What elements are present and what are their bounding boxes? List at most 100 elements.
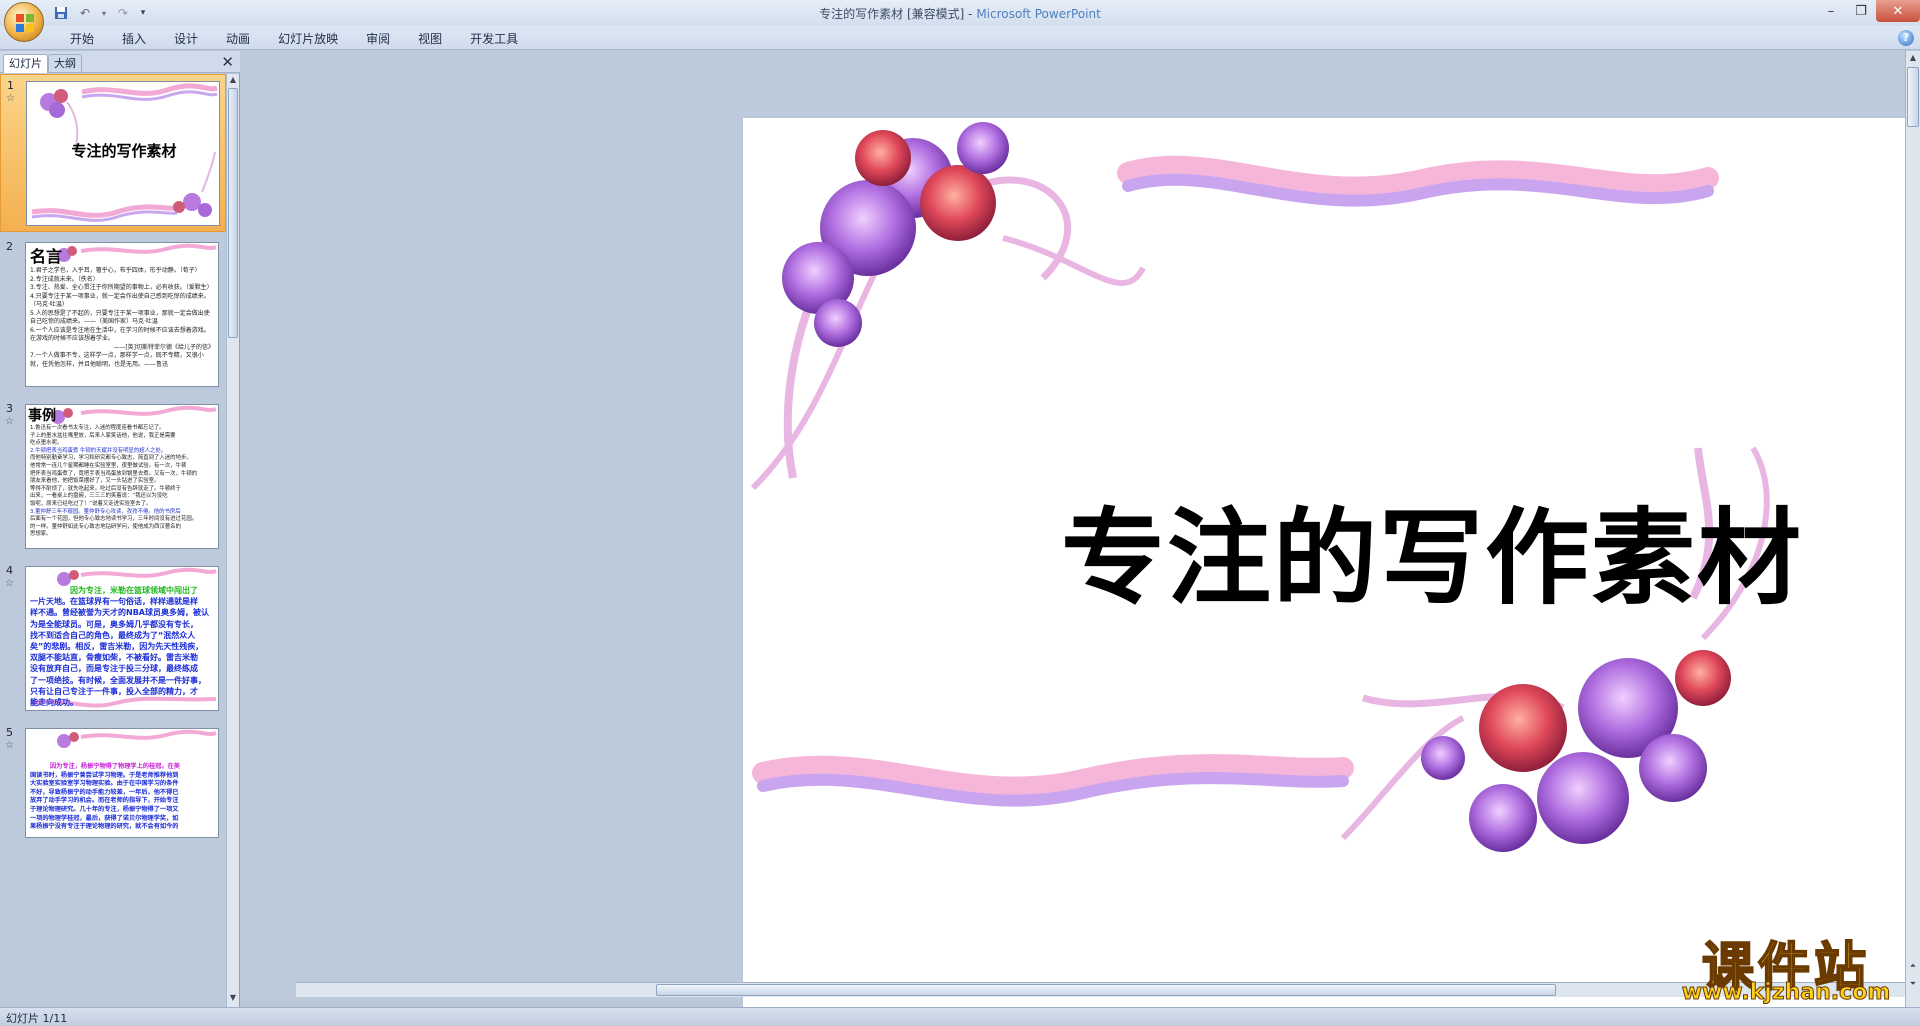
thumbnail-line: 6.一个人应该是专注地在生活中，在学习的时候不应该去想着游戏。在游戏的时候不应该…	[30, 326, 210, 343]
office-logo-icon	[16, 14, 34, 32]
horizontal-scrollbar[interactable]	[296, 982, 1905, 997]
scroll-thumb[interactable]	[1907, 67, 1919, 127]
animation-star-icon: ☆	[5, 578, 14, 589]
thumbnail-line: 矣”的悲剧。相反，雷吉米勒，因为先天性残疾，	[30, 642, 204, 652]
thumbnail-line: 朋友来看他，他把饭菜摆好了，又一头钻进了实验室。	[30, 478, 160, 485]
tab-developer[interactable]: 开发工具	[456, 30, 532, 48]
thumbnail-line: 样不通。曾经被誉为天才的NBA球员奥多姆，被认	[30, 608, 209, 618]
slide-thumbnail-2[interactable]: 2 名言 1.君子之学也，入乎耳，箸乎心，布乎四体，形乎动静。（荀子） 2.专注…	[0, 236, 226, 394]
thumbnail-heading: 名言	[30, 247, 63, 266]
slide-counter: 幻灯片 1/11	[6, 1012, 68, 1025]
scroll-thumb[interactable]	[656, 984, 1556, 996]
thumbnail-line: 1.君子之学也，入乎耳，箸乎心，布乎四体，形乎动静。（荀子）	[30, 267, 201, 274]
title-separator: -	[964, 7, 977, 21]
animation-star-icon: ☆	[5, 740, 14, 751]
thumbnail-line: 一项的物理学桂冠，最后，获得了诺贝尔物理学奖，如	[30, 814, 179, 822]
slide-preview: 专注的写作素材	[26, 81, 220, 226]
window-title: 专注的写作素材 [兼容模式] - Microsoft PowerPoint	[0, 5, 1920, 22]
slide-number: 3	[6, 402, 13, 415]
thumbnail-line: 吃点墨水呢。	[30, 440, 63, 447]
tab-review[interactable]: 审阅	[352, 30, 404, 48]
minimize-icon[interactable]: –	[1816, 0, 1846, 22]
thumbnail-title: 专注的写作素材	[71, 142, 177, 160]
slide-thumbnail-4[interactable]: 4 ☆ 因为专注，米勒在篮球领域中闯出了 一片天地。在篮球界有一句俗话，样样通就…	[0, 560, 226, 718]
scroll-thumb[interactable]	[228, 88, 238, 338]
close-icon[interactable]: ✕	[1876, 0, 1920, 22]
app-name: Microsoft PowerPoint	[976, 7, 1101, 21]
tab-animations[interactable]: 动画	[212, 30, 264, 48]
thumbnail-line: 思想家。	[30, 531, 52, 538]
scroll-down-icon[interactable]: ▼	[227, 993, 239, 1005]
help-icon[interactable]: ?	[1898, 30, 1914, 46]
thumbnail-line: ——[英]切斯特菲尔德《给儿子的信》	[113, 343, 214, 351]
thumbnail-line: 1.鲁迅有一次看书太专注，入迷的程度连看书都忘记了。	[30, 425, 165, 431]
panel-tabs: 幻灯片 大纲 ✕	[0, 51, 240, 73]
tab-slideshow[interactable]: 幻灯片放映	[264, 30, 352, 48]
slide-preview: 名言 1.君子之学也，入乎耳，箸乎心，布乎四体，形乎动静。（荀子） 2.专注成就…	[25, 242, 219, 387]
thumbnail-line: 没有放弃自己，而是专注于投三分球，最终练成	[30, 664, 198, 674]
watermark-logo: 课件站 www.kjzhan.com	[1666, 925, 1906, 1006]
restore-icon[interactable]: ❐	[1846, 0, 1876, 22]
slides-panel: 幻灯片 大纲 ✕ 1 ☆ 专注的写作素材 2 名言 1.君子之学也，入乎耳，箸乎…	[0, 51, 240, 1007]
watermark-url: www.kjzhan.com	[1681, 980, 1891, 1006]
thumbnail-line: 出来，一看桌上的盘碗，三三三的笑着说：“我还以为没吃	[30, 493, 168, 500]
tab-slides[interactable]: 幻灯片	[3, 54, 48, 73]
window-controls: – ❐ ✕	[1816, 0, 1920, 22]
thumbnail-line: 了一项绝技。有时候，全面发展并不是一件好事，	[30, 675, 206, 685]
thumbnail-line: 放弃了动手学习的机会。而在老师的指导下，开始专注	[30, 797, 179, 805]
thumbnail-line: 他常常一连几个星期都睡在实验室里，夜里做试验。有一次，牛顿	[30, 462, 187, 469]
current-slide[interactable]: 专注的写作素材	[743, 118, 1920, 1016]
document-title: 专注的写作素材 [兼容模式]	[819, 7, 965, 21]
thumbnail-line: 国读书时，杨振宁曾尝试学习物理。于是老师推荐他到	[30, 771, 179, 779]
thumbnail-line: 7.一个人做事不专，这样学一点，那样学一点，既不专精，又很小就，任凭他怎样，并且…	[30, 352, 204, 368]
animation-star-icon: ☆	[6, 93, 15, 104]
slide-title[interactable]: 专注的写作素材	[743, 473, 1920, 624]
slide-number: 1	[7, 79, 14, 92]
slide-number: 4	[6, 564, 13, 577]
thumbnail-line: 为是全能球员。可是，奥多姆几乎都没有专长，	[30, 619, 198, 629]
thumbnail-line: 饭呢，原来已经吃过了！”说着又走进实验室去了。	[30, 500, 152, 507]
slide-thumbnail-3[interactable]: 3 ☆ 事例 1.鲁迅有一次看书太专注，入迷的程度连看书都忘记了。 子上的墨水盆…	[0, 398, 226, 556]
scroll-up-icon[interactable]: ▲	[227, 75, 239, 87]
thumbnail-line: 能走向成功。	[30, 698, 78, 708]
status-bar: 幻灯片 1/11	[0, 1007, 1920, 1025]
next-slide-icon[interactable]: ⏷	[1907, 979, 1919, 991]
thumbnail-heading: 事例	[28, 408, 56, 424]
thumbnail-line: 因为专注，杨振宁物得了物理学上的桂冠。在美	[50, 763, 180, 770]
thumbnail-list: 1 ☆ 专注的写作素材 2 名言 1.君子之学也，入乎耳，箸乎心，布乎四体，形乎…	[0, 74, 226, 1007]
thumbnail-line: 3.专注、热爱、全心贯注于你所期望的事物上，必有收获。（爱默生）	[30, 284, 213, 291]
thumbnail-line: 找不到适合自己的角色，最终成为了“泯然众人	[30, 630, 196, 640]
slide-thumbnail-1[interactable]: 1 ☆ 专注的写作素材	[0, 74, 226, 232]
close-panel-icon[interactable]: ✕	[221, 53, 234, 71]
ribbon-tab-bar: 开始 插入 设计 动画 幻灯片放映 审阅 视图 开发工具 ?	[0, 26, 1920, 50]
tab-view[interactable]: 视图	[404, 30, 456, 48]
thumbnail-line: 2.专注成就未来。（佚名）	[30, 275, 99, 283]
scroll-up-icon[interactable]: ▲	[1907, 53, 1919, 65]
vertical-scrollbar[interactable]: ▲ ⏶ ⏷	[1905, 51, 1920, 1007]
thumbnail-line: 后面有一个花园，但他专心致志地读书学习，三年时间没有进过花园。	[30, 516, 198, 523]
thumbnail-scrollbar[interactable]: ▲ ▼	[226, 74, 239, 1007]
tab-insert[interactable]: 插入	[108, 30, 160, 48]
slide-editor: 专注的写作素材	[241, 51, 1920, 1016]
slide-preview: 因为专注，杨振宁物得了物理学上的桂冠。在美 国读书时，杨振宁曾尝试学习物理。于是…	[25, 728, 219, 838]
tab-outline[interactable]: 大纲	[48, 54, 82, 73]
slide-number: 2	[6, 240, 13, 253]
thumbnail-line: 3.董仲舒三年不窥园。董仲舒专心攻读，孜孜不倦。他的书房后	[30, 508, 181, 515]
office-button[interactable]	[4, 2, 44, 42]
slide-preview: 事例 1.鲁迅有一次看书太专注，入迷的程度连看书都忘记了。 子上的墨水盆往嘴里放…	[25, 404, 219, 549]
thumbnail-line: 因为专注，米勒在篮球领域中闯出了	[70, 586, 198, 595]
previous-slide-icon[interactable]: ⏶	[1907, 961, 1919, 973]
thumbnail-line: 果杨振宁没有专注于理论物理的研究，就不会有如今的	[30, 823, 179, 831]
animation-star-icon: ☆	[5, 416, 14, 427]
slide-preview: 因为专注，米勒在篮球领域中闯出了 一片天地。在篮球界有一句俗话，样样通就是样 样…	[25, 566, 219, 711]
thumbnail-line: 只有让自己专注于一件事，投入全部的精力，才	[30, 686, 198, 696]
thumbnail-line: 的一样。董仲舒如此专心致志地钻研学问，使他成为西汉著名的	[30, 523, 181, 530]
slide-thumbnail-5[interactable]: 5 ☆ 因为专注，杨振宁物得了物理学上的桂冠。在美 国读书时，杨振宁曾尝试学习物…	[0, 722, 226, 880]
tab-design[interactable]: 设计	[160, 30, 212, 48]
thumbnail-line: 大实验室实验室学习物理实验。由于在中国学习的条件	[30, 780, 179, 788]
thumbnail-line: 于理论物理研究。几十年的专注，杨振宁物得了一项又	[30, 805, 179, 813]
thumbnail-line: 4.只要专注于某一项事业，就一定会作出使自己感到吃惊的成绩来。（马克·吐温）	[30, 292, 210, 309]
tab-home[interactable]: 开始	[56, 30, 108, 48]
thumbnail-line: 而他特别勤奋学习，学习和研究都专心致志，简直到了入迷的地步。	[30, 455, 192, 462]
thumbnail-line: 5.人的思想是了不起的，只要专注于某一项事业，那就一定会做出使自己吃惊的成绩来。…	[30, 309, 210, 326]
